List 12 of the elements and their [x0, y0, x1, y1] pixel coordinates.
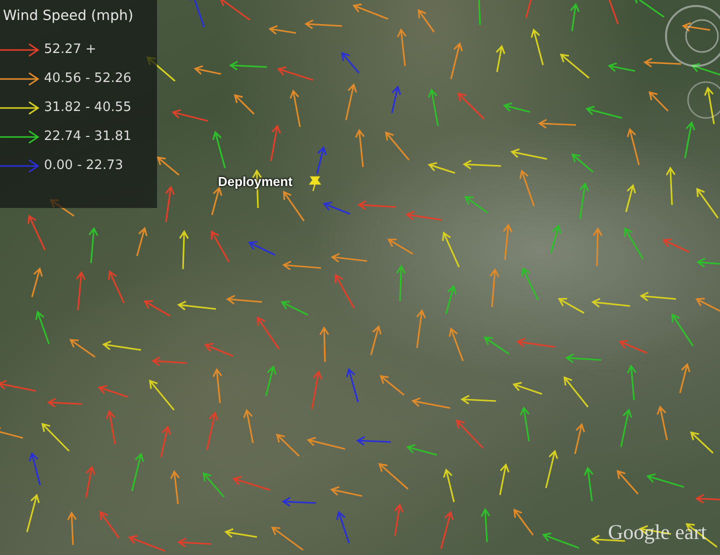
legend-label: 0.00 - 22.73: [44, 158, 124, 173]
legend-label: 52.27 +: [44, 42, 96, 57]
pushpin-icon[interactable]: [307, 176, 323, 192]
legend-label: 31.82 - 40.55: [44, 100, 132, 115]
arrow-icon: [0, 130, 40, 144]
legend-label: 40.56 - 52.26: [44, 71, 132, 86]
legend-label: 22.74 - 31.81: [44, 129, 132, 144]
arrow-icon: [0, 72, 40, 86]
arrow-icon: [0, 42, 40, 56]
arrow-icon: [0, 158, 40, 172]
arrow-icon: [0, 100, 40, 114]
legend-title: Wind Speed (mph): [2, 8, 134, 24]
